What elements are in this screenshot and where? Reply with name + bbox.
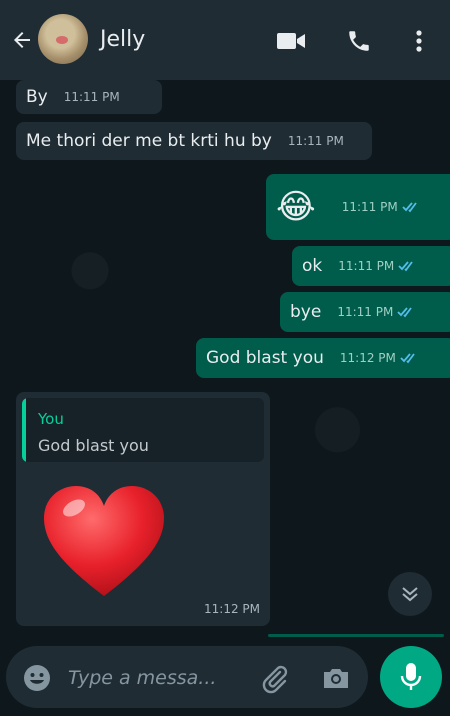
back-arrow-icon[interactable]	[8, 26, 36, 54]
emoji-icon[interactable]	[22, 663, 52, 693]
message-text: By	[26, 87, 48, 107]
message-text: bye	[290, 302, 322, 322]
message-text: Me thori der me bt krti hu by	[26, 131, 272, 151]
message-time: 11:11 PM	[341, 200, 398, 214]
message-text: ok	[302, 256, 323, 276]
message-composer	[6, 646, 368, 708]
chat-header: Jelly	[0, 0, 450, 80]
quoted-message[interactable]: You God blast you	[22, 398, 264, 462]
video-call-icon[interactable]	[276, 26, 306, 56]
message-text: God blast you	[206, 348, 324, 368]
incoming-reply-message[interactable]: You God blast you 11:12 PM	[16, 392, 270, 626]
outgoing-message[interactable]: bye 11:11 PM	[280, 292, 450, 332]
outgoing-message[interactable]: 😂 11:11 PM	[266, 174, 450, 240]
quoted-author: You	[38, 410, 64, 428]
message-input[interactable]	[66, 662, 250, 694]
message-time: 11:11 PM	[287, 134, 344, 148]
laughing-emoji: 😂	[276, 187, 316, 227]
more-menu-icon[interactable]	[404, 26, 434, 56]
read-ticks-icon	[397, 306, 415, 318]
camera-icon[interactable]	[320, 662, 352, 694]
paperclip-icon[interactable]	[258, 662, 290, 694]
microphone-icon	[400, 663, 422, 690]
message-time: 11:11 PM	[337, 305, 394, 319]
phone-call-icon[interactable]	[344, 26, 374, 56]
read-ticks-icon	[400, 352, 418, 364]
message-time: 11:12 PM	[204, 602, 260, 616]
message-time: 11:11 PM	[63, 90, 120, 104]
heart-emoji	[44, 486, 164, 596]
incoming-message[interactable]: Me thori der me bt krti hu by 11:11 PM	[16, 122, 372, 160]
contact-name[interactable]: Jelly	[100, 27, 145, 52]
microphone-button[interactable]	[380, 646, 442, 708]
outgoing-message[interactable]: God blast you 11:12 PM	[196, 338, 450, 378]
quoted-text: God blast you	[38, 436, 149, 455]
contact-avatar[interactable]	[38, 14, 88, 64]
read-ticks-icon	[402, 201, 420, 213]
message-time: 11:12 PM	[339, 351, 396, 365]
double-chevron-down-icon	[402, 587, 418, 602]
incoming-message[interactable]: By 11:11 PM	[16, 80, 162, 114]
quote-accent-bar	[22, 398, 26, 462]
read-ticks-icon	[398, 260, 416, 272]
outgoing-message[interactable]: ok 11:11 PM	[292, 246, 450, 286]
message-time: 11:11 PM	[338, 259, 395, 273]
scroll-to-bottom-button[interactable]	[388, 572, 432, 616]
outgoing-message-partial	[268, 634, 444, 637]
